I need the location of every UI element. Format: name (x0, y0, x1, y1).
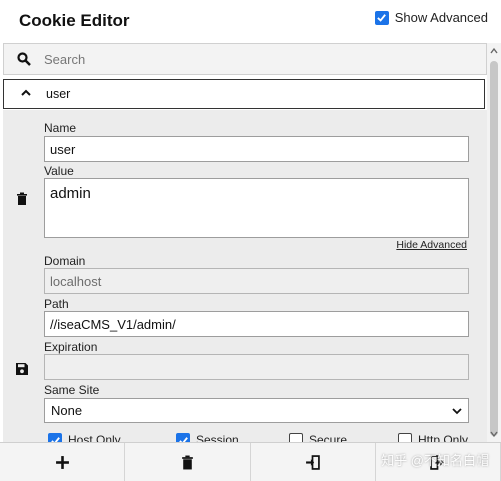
expiration-field[interactable] (44, 354, 469, 380)
bottom-toolbar: 知乎 @不知名白帽 (0, 442, 501, 481)
import-icon (306, 454, 320, 470)
chevron-up-icon[interactable] (20, 87, 32, 99)
scroll-up-icon[interactable] (490, 47, 498, 55)
scrollbar-thumb[interactable] (490, 61, 498, 436)
show-advanced-checkbox[interactable] (374, 10, 389, 25)
delete-all-button[interactable] (125, 443, 251, 481)
chevron-down-icon (452, 408, 462, 415)
show-advanced-toggle[interactable]: Show Advanced (374, 10, 488, 25)
same-site-label: Same Site (44, 383, 100, 397)
search-input[interactable] (42, 48, 472, 70)
check-icon (377, 14, 387, 22)
scrollbar[interactable] (487, 43, 501, 442)
watermark-text: 知乎 @不知名白帽 (381, 453, 489, 468)
expiration-label: Expiration (44, 340, 98, 354)
add-icon (55, 455, 69, 469)
domain-field (44, 268, 469, 294)
cookie-name-heading: user (46, 87, 71, 101)
trash-icon (182, 455, 193, 469)
add-cookie-button[interactable] (0, 443, 126, 481)
path-label: Path (44, 297, 69, 311)
cookie-header-user[interactable]: user (3, 79, 485, 109)
import-button[interactable] (251, 443, 376, 481)
show-advanced-label: Show Advanced (394, 10, 488, 25)
path-field[interactable] (44, 311, 469, 337)
search-icon (17, 52, 31, 66)
delete-cookie-icon[interactable] (15, 192, 29, 206)
save-icon[interactable] (15, 362, 29, 376)
value-label: Value (44, 164, 74, 178)
domain-label: Domain (44, 254, 86, 268)
title-bar: Cookie Editor Show Advanced (0, 0, 501, 43)
app-title: Cookie Editor (19, 11, 130, 30)
same-site-select[interactable]: None (44, 398, 469, 423)
search-bar (3, 43, 487, 75)
name-label: Name (44, 121, 77, 135)
value-field[interactable]: admin (44, 178, 469, 238)
same-site-value: None (51, 403, 83, 418)
scroll-down-icon[interactable] (490, 430, 498, 438)
hide-advanced-link[interactable]: Hide Advanced (396, 239, 467, 251)
cookie-edit-panel: Name Value admin Hide Advanced Domain Pa… (3, 110, 487, 447)
name-field[interactable] (44, 136, 469, 162)
